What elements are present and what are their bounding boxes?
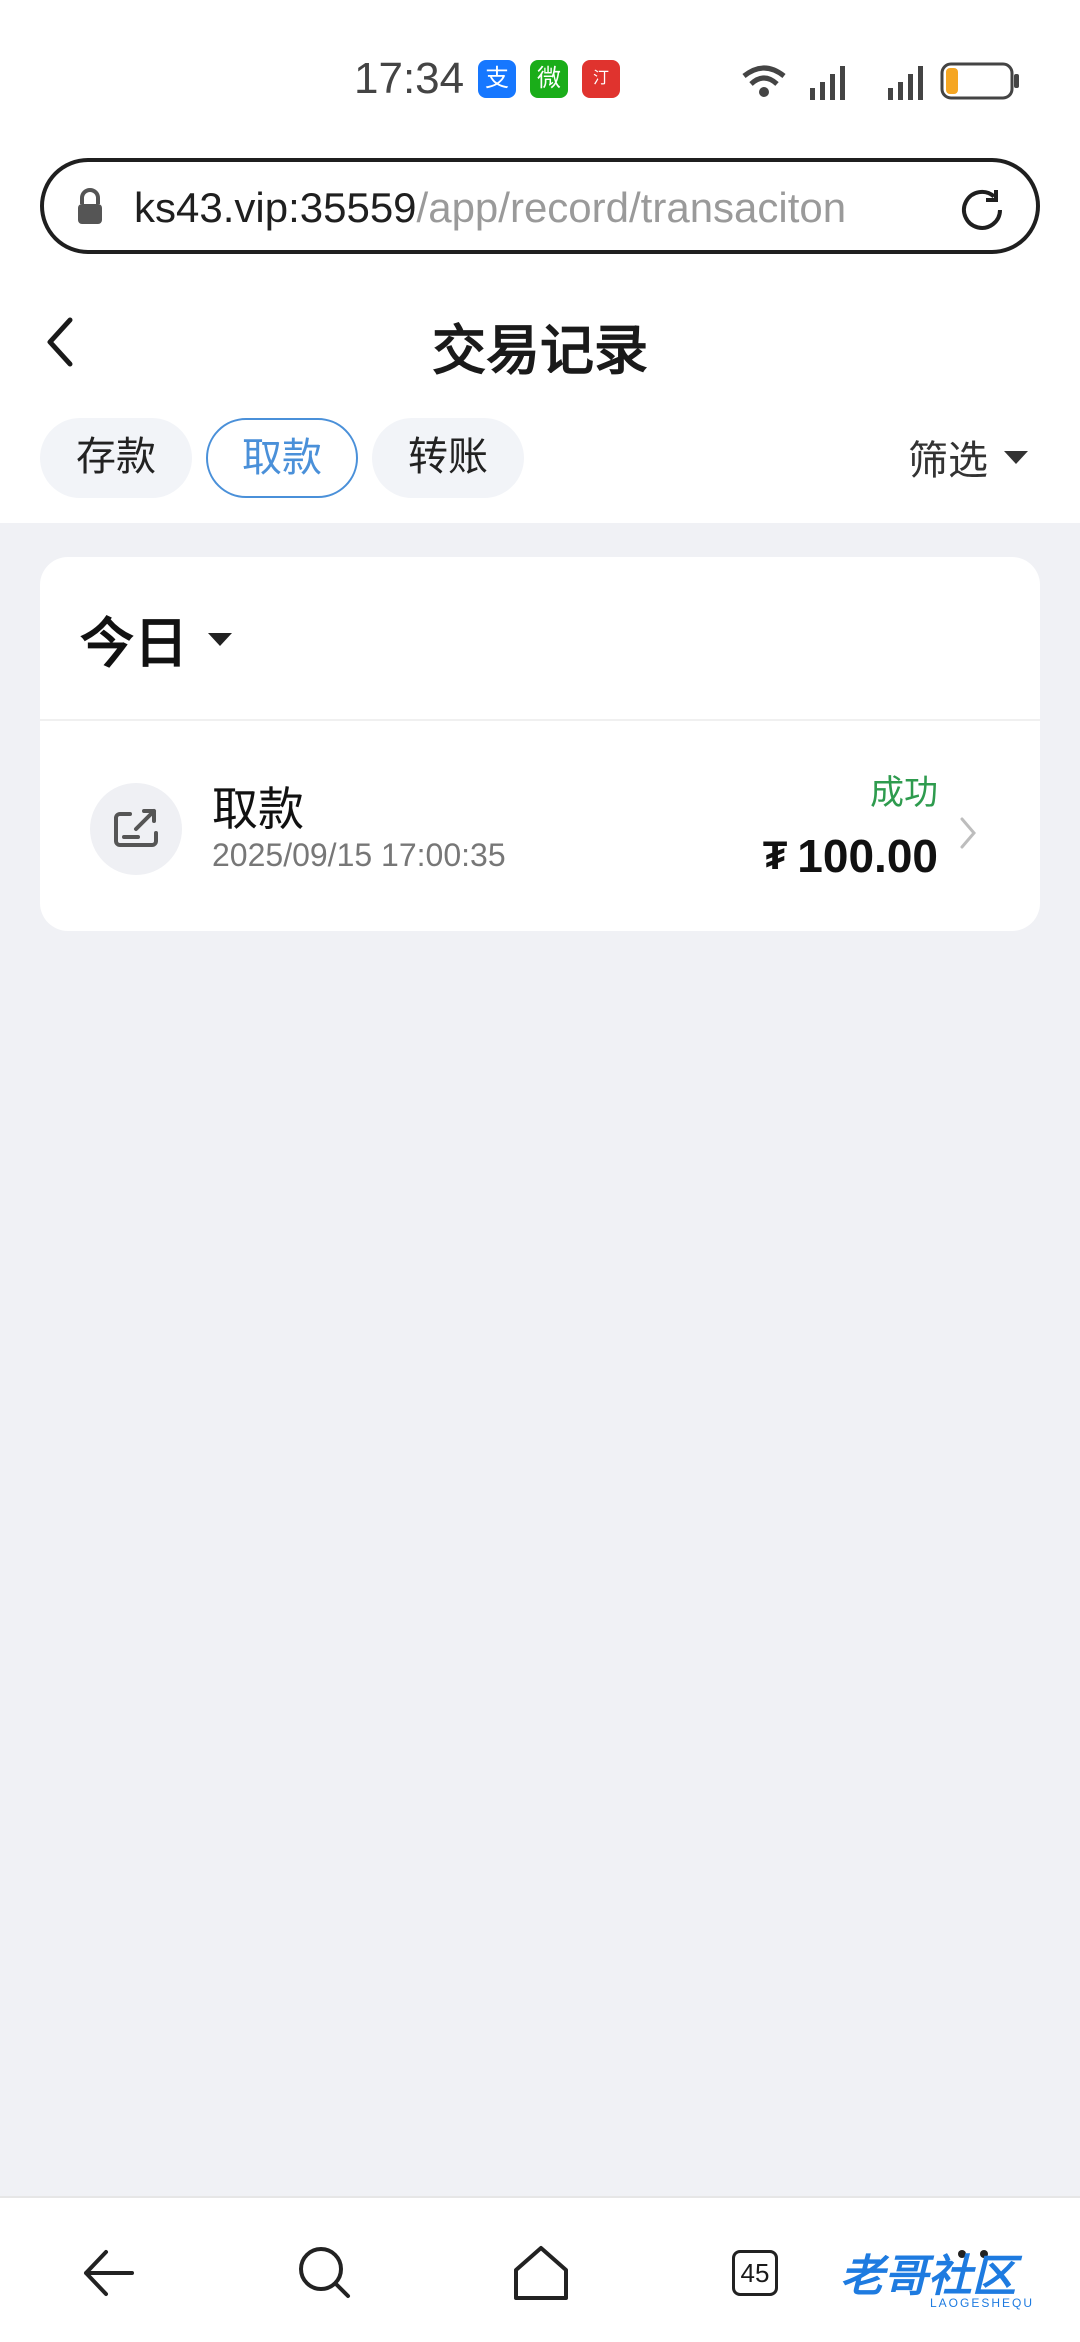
caret-down-icon bbox=[208, 632, 232, 646]
battery-icon bbox=[940, 62, 1019, 100]
page-title: 交易记录 bbox=[432, 321, 648, 381]
url-host: ks43.vip:35559 bbox=[134, 184, 417, 231]
home-icon[interactable] bbox=[506, 2238, 576, 2308]
amount-value: 100.00 bbox=[797, 830, 938, 882]
tabs-button[interactable]: 45 bbox=[720, 2238, 790, 2308]
search-icon[interactable] bbox=[290, 2238, 360, 2308]
signal-battery-icons bbox=[742, 62, 1019, 100]
watermark-subtext: LAOGESHEQU bbox=[930, 2296, 1035, 2310]
alipay-icon: 支 bbox=[478, 60, 516, 98]
transaction-row[interactable]: 取款 2025/09/15 17:00:35 成功 ₮ 100.00 bbox=[40, 721, 1040, 931]
url-bar[interactable]: ks43.vip:35559/app/record/transaciton bbox=[40, 158, 1040, 254]
tab-count: 45 bbox=[732, 2250, 778, 2296]
watermark-logo: 老哥社区 bbox=[840, 2252, 1016, 2301]
url-path: /app/record/transaciton bbox=[416, 184, 847, 231]
tab-withdraw[interactable]: 取款 bbox=[206, 418, 358, 498]
reload-icon[interactable] bbox=[956, 184, 1008, 236]
tab-deposit[interactable]: 存款 bbox=[40, 418, 192, 498]
status-time: 17:34 bbox=[354, 54, 465, 103]
day-selector[interactable]: 今日 bbox=[80, 599, 234, 678]
wifi-icon bbox=[742, 65, 786, 97]
filter-label: 筛选 bbox=[908, 439, 988, 483]
transaction-amount: ₮ 100.00 bbox=[763, 829, 938, 883]
transaction-time: 2025/09/15 17:00:35 bbox=[212, 837, 506, 873]
lock-icon bbox=[78, 188, 102, 224]
url-text[interactable]: ks43.vip:35559/app/record/transaciton bbox=[134, 184, 846, 232]
tab-transfer[interactable]: 转账 bbox=[372, 418, 524, 498]
signal-4g-icon bbox=[888, 66, 923, 100]
withdraw-icon bbox=[90, 783, 182, 875]
currency-symbol: ₮ bbox=[762, 833, 788, 878]
status-bar: 17:34 支 微 汀 bbox=[0, 40, 1080, 120]
caret-down-icon bbox=[1004, 451, 1028, 464]
status-badge: 成功 bbox=[870, 774, 938, 812]
filter-button[interactable]: 筛选 bbox=[908, 428, 1030, 486]
transaction-card: 今日 取款 2025/09/15 17:00:35 成功 ₮ 100.00 bbox=[40, 557, 1040, 931]
shopping-app-icon: 汀 bbox=[582, 60, 620, 98]
transaction-title: 取款 bbox=[212, 783, 304, 835]
day-label: 今日 bbox=[80, 614, 188, 674]
chevron-right-icon bbox=[960, 817, 976, 849]
nav-back-icon[interactable] bbox=[72, 2238, 142, 2308]
wechat-icon: 微 bbox=[530, 60, 568, 98]
signal-5g-icon bbox=[810, 66, 845, 100]
